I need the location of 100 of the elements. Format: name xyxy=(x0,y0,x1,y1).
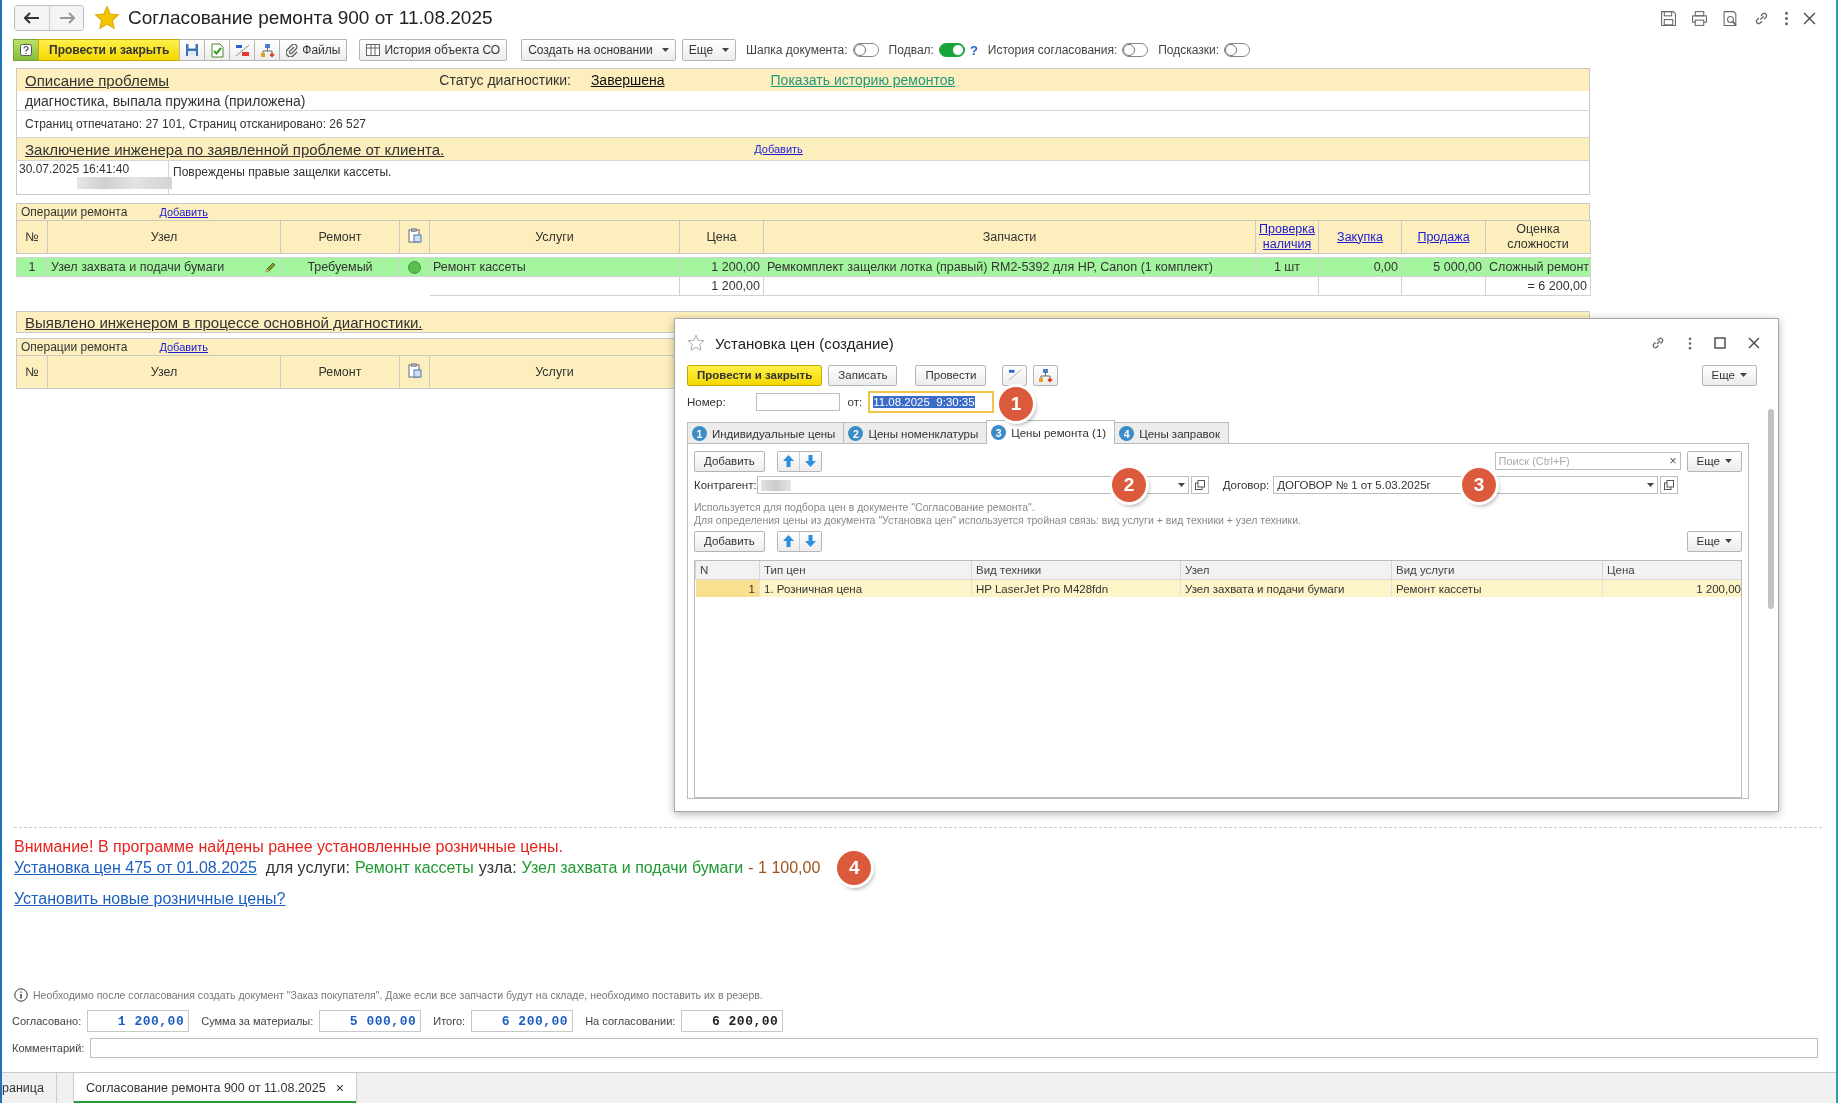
add-button[interactable]: Добавить xyxy=(694,530,765,552)
blurred-text xyxy=(760,479,791,491)
add-link[interactable]: Добавить xyxy=(754,143,803,155)
preview-icon[interactable] xyxy=(1722,9,1739,27)
link-icon[interactable] xyxy=(1650,335,1666,351)
section-title: Заключение инженера по заявленной проблеме от клиента. xyxy=(25,140,445,158)
arrow-up-icon xyxy=(782,455,794,467)
structure-button[interactable] xyxy=(254,39,281,61)
post-and-close-button[interactable]: Провести и закрыть xyxy=(38,39,181,61)
more-button[interactable]: Еще xyxy=(1701,364,1757,386)
table-caption: Операции ремонта xyxy=(21,205,128,219)
toggle-switch[interactable] xyxy=(1224,43,1251,57)
column-header: Услуги xyxy=(535,364,574,379)
toggle-switch[interactable] xyxy=(852,43,879,57)
post-button[interactable] xyxy=(204,39,231,61)
structure-button[interactable] xyxy=(1033,364,1059,386)
debit-credit-button[interactable] xyxy=(1002,364,1028,386)
clipboard-icon xyxy=(407,227,422,243)
table-cell: Ремонт кассеты xyxy=(1396,582,1482,595)
set-prices-link[interactable]: Установить новые розничные цены? xyxy=(14,890,286,907)
section-title: Выявлено инженером в процессе основной диагностики. xyxy=(25,313,423,331)
date-field[interactable]: 11.08.2025 9:30:35 xyxy=(868,391,995,413)
tab[interactable]: 1 Индивидуальные цены xyxy=(687,422,845,444)
create-based-on-button[interactable]: Создать на основании xyxy=(521,39,676,61)
document-link[interactable]: Установка цен 475 от 01.08.2025 xyxy=(14,859,257,877)
post-and-close-button[interactable]: Провести и закрыть xyxy=(687,364,823,386)
caret-icon xyxy=(1647,483,1655,487)
hint-text: Для определения цены из документа "Установка цен" используется тройная связь: вид услуги + вид техники + узел техники. xyxy=(694,513,1302,526)
star-icon[interactable] xyxy=(94,5,120,31)
more-button[interactable]: Еще xyxy=(1686,450,1742,472)
column-header: Вид техники xyxy=(976,564,1042,576)
save-icon[interactable] xyxy=(1660,9,1677,27)
open-tab[interactable]: Согласование ремонта 900 от 11.08.2025 × xyxy=(72,1073,357,1103)
files-button[interactable]: Файлы xyxy=(279,39,348,61)
tab[interactable]: 2 Цены номенклатуры xyxy=(843,422,988,444)
step-badge: 2 xyxy=(1112,468,1146,502)
toggle-label: История согласования: xyxy=(987,43,1118,57)
pencil-icon[interactable] xyxy=(264,260,277,274)
label-text: для услуги: xyxy=(265,859,350,877)
column-header: N xyxy=(700,564,709,576)
table-icon xyxy=(366,44,381,56)
caret-icon xyxy=(1725,459,1732,463)
arrow-left-icon xyxy=(24,12,40,24)
close-tab-button[interactable]: × xyxy=(335,1080,344,1096)
toggle-switch[interactable] xyxy=(1122,43,1149,57)
window-title: Согласование ремонта 900 от 11.08.2025 xyxy=(128,7,493,29)
toggle-switch[interactable] xyxy=(938,43,965,57)
table-row[interactable]: 1 1. Розничная цена HP LaserJet Pro M428fdn Узел захвата и подачи бумаги Ремонт кассеты 1 200,00 xyxy=(695,579,1741,597)
search-field[interactable]: Поиск (Ctrl+F) × xyxy=(1494,452,1681,470)
step-badge: 4 xyxy=(837,851,872,885)
paperclip-icon xyxy=(286,43,299,57)
scrollbar[interactable] xyxy=(1768,409,1774,609)
move-down-button[interactable] xyxy=(798,531,821,551)
table-row[interactable]: 1 Узел захвата и подачи бумаги Требуемый Ремонт кассеты 1 200,00 Ремкомплект защелки лотка (правый) RM2-5392 для HP, Canon (1 комплект) 1 шт 0,00 5 000,00 Сложный ремонт xyxy=(16,257,1591,277)
section-title: Описание проблемы xyxy=(25,71,170,89)
star-icon[interactable] xyxy=(687,334,705,352)
close-icon[interactable] xyxy=(1748,337,1760,349)
more-button[interactable]: Еще xyxy=(681,39,737,61)
tab[interactable]: 3 Цены ремонта (1) xyxy=(986,420,1116,444)
tab[interactable]: 4 Цены заправок xyxy=(1114,422,1229,444)
add-link[interactable]: Добавить xyxy=(159,206,209,218)
open-tab[interactable]: раница xyxy=(2,1073,57,1103)
maximize-icon[interactable] xyxy=(1714,337,1726,349)
save-button[interactable] xyxy=(179,39,206,61)
add-link[interactable]: Добавить xyxy=(159,341,209,353)
move-up-button[interactable] xyxy=(777,531,799,551)
toggle-label: Подсказки: xyxy=(1158,43,1220,57)
more-icon[interactable] xyxy=(1784,10,1789,26)
open-button[interactable] xyxy=(1190,476,1209,494)
print-icon[interactable] xyxy=(1691,9,1708,27)
action-button[interactable]: Записать xyxy=(828,364,898,386)
more-button[interactable]: Еще xyxy=(1686,530,1742,552)
field-label: Договор: xyxy=(1222,479,1270,491)
number-field[interactable] xyxy=(755,393,840,411)
action-button[interactable]: Провести xyxy=(915,364,987,386)
comment-field[interactable] xyxy=(90,1038,1818,1058)
service-name: Ремонт кассеты xyxy=(354,859,474,877)
debit-credit-button[interactable] xyxy=(229,39,256,61)
close-icon[interactable] xyxy=(1803,11,1816,25)
more-icon[interactable] xyxy=(1688,336,1692,350)
object-history-button[interactable]: История объекта СО xyxy=(359,39,508,61)
add-button[interactable]: Добавить xyxy=(694,450,765,472)
label-text: узла: xyxy=(478,859,517,877)
column-header: № xyxy=(25,229,39,244)
help-button[interactable] xyxy=(13,39,39,61)
total-field: 5 000,00 xyxy=(319,1010,422,1032)
contractor-field[interactable] xyxy=(756,476,1189,494)
move-down-button[interactable] xyxy=(798,451,821,471)
open-button[interactable] xyxy=(1660,476,1679,494)
help-link[interactable]: ? xyxy=(969,42,978,58)
arrow-down-icon xyxy=(804,535,816,547)
table-caption: Операции ремонта xyxy=(21,340,128,354)
status-value[interactable]: Завершена xyxy=(590,72,665,88)
arrow-right-icon xyxy=(58,12,75,24)
caret-icon xyxy=(1740,373,1747,377)
open-window-icon xyxy=(1664,480,1675,490)
move-up-button[interactable] xyxy=(777,451,799,471)
clear-button[interactable]: × xyxy=(1669,454,1677,468)
back-button[interactable] xyxy=(15,6,49,30)
table-cell: 0,00 xyxy=(1373,260,1398,274)
